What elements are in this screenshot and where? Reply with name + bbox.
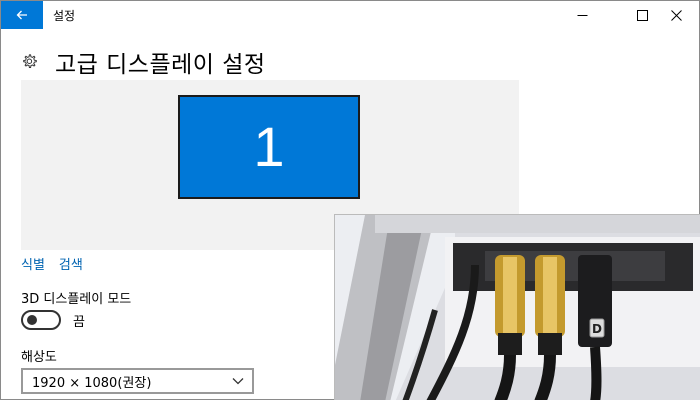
window-title: 설정 [53, 9, 76, 23]
displayport-logo: D [592, 322, 602, 336]
display-links: 식별 검색 [21, 254, 83, 273]
back-button[interactable] [1, 1, 43, 29]
toggle-knob [27, 315, 37, 325]
settings-window: 설정 고급 디스플레이 설정 1 식별 검색 3D 디스플레이 모드 끔 해상도… [0, 0, 700, 400]
detect-link[interactable]: 검색 [59, 254, 83, 273]
back-arrow-icon [16, 10, 27, 20]
cable-photo-overlay: D [334, 214, 700, 400]
minimize-icon [577, 14, 587, 16]
monitor-1-tile[interactable]: 1 [178, 95, 360, 199]
identify-link[interactable]: 식별 [21, 254, 45, 273]
close-button[interactable] [653, 1, 699, 29]
chevron-down-icon [232, 378, 244, 385]
video-cables-image: D [335, 215, 700, 400]
gear-icon [23, 54, 37, 68]
title-bar: 설정 [1, 1, 699, 29]
resolution-label: 해상도 [21, 350, 57, 365]
close-icon [670, 9, 682, 21]
3d-mode-toggle-row: 끔 [21, 310, 85, 330]
3d-mode-toggle[interactable] [21, 310, 61, 330]
resolution-dropdown[interactable]: 1920 × 1080(권장) [21, 368, 254, 394]
3d-mode-label: 3D 디스플레이 모드 [21, 292, 132, 307]
resolution-value: 1920 × 1080(권장) [32, 375, 152, 391]
toggle-state-text: 끔 [73, 314, 85, 330]
page-header: 고급 디스플레이 설정 [21, 45, 266, 79]
page-title: 고급 디스플레이 설정 [55, 52, 266, 78]
monitor-number: 1 [253, 115, 285, 178]
minimize-button[interactable] [559, 1, 605, 29]
maximize-icon [636, 9, 648, 21]
